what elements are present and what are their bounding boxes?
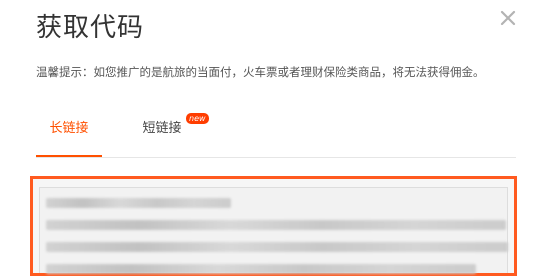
tabs-divider (36, 157, 516, 158)
link-tabs: 长链接 短链接 new (36, 113, 516, 158)
blurred-code-line (46, 198, 231, 208)
close-icon (500, 10, 516, 26)
tab-short-link[interactable]: 短链接 (132, 113, 192, 158)
code-content-blurred (39, 187, 508, 274)
blurred-code-line (46, 220, 506, 230)
new-badge: new (186, 113, 209, 124)
tab-long-link-label: 长链接 (49, 121, 89, 136)
dialog-title: 获取代码 (36, 13, 145, 43)
close-button[interactable] (497, 7, 519, 29)
blurred-code-line (46, 242, 508, 252)
tab-long-link[interactable]: 长链接 (36, 113, 102, 158)
tab-short-link-label: 短链接 (142, 121, 182, 136)
warm-tip: 温馨提示：如您推广的是航旅的当面付，火车票或者理财保险类商品，将无法获得佣金。 (36, 65, 485, 79)
code-textarea[interactable] (30, 176, 517, 276)
blurred-code-line (46, 264, 476, 274)
get-code-dialog: 获取代码 温馨提示：如您推广的是航旅的当面付，火车票或者理财保险类商品，将无法获… (0, 0, 547, 276)
